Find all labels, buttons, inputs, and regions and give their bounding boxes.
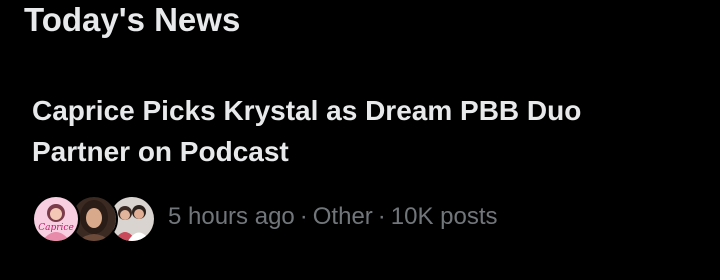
news-time: 5 hours ago [168,203,295,230]
news-headline[interactable]: Caprice Picks Krystal as Dream PBB Duo P… [32,90,672,172]
svg-text:Caprice: Caprice [38,223,74,233]
news-category: Other [312,203,373,230]
news-meta: 5 hours ago · Other · 10K posts [168,202,498,232]
news-meta-row: Caprice 5 hours ago · Other · 10K posts [32,192,498,243]
news-item[interactable]: Caprice Picks Krystal as Dream PBB Duo P… [0,78,720,258]
avatar-stack: Caprice [32,193,156,243]
section-title: Today's News [24,1,241,38]
meta-separator: · [377,203,386,230]
avatar: Caprice [32,195,80,243]
news-post-count: 10K posts [390,203,498,230]
meta-separator: · [299,203,308,230]
